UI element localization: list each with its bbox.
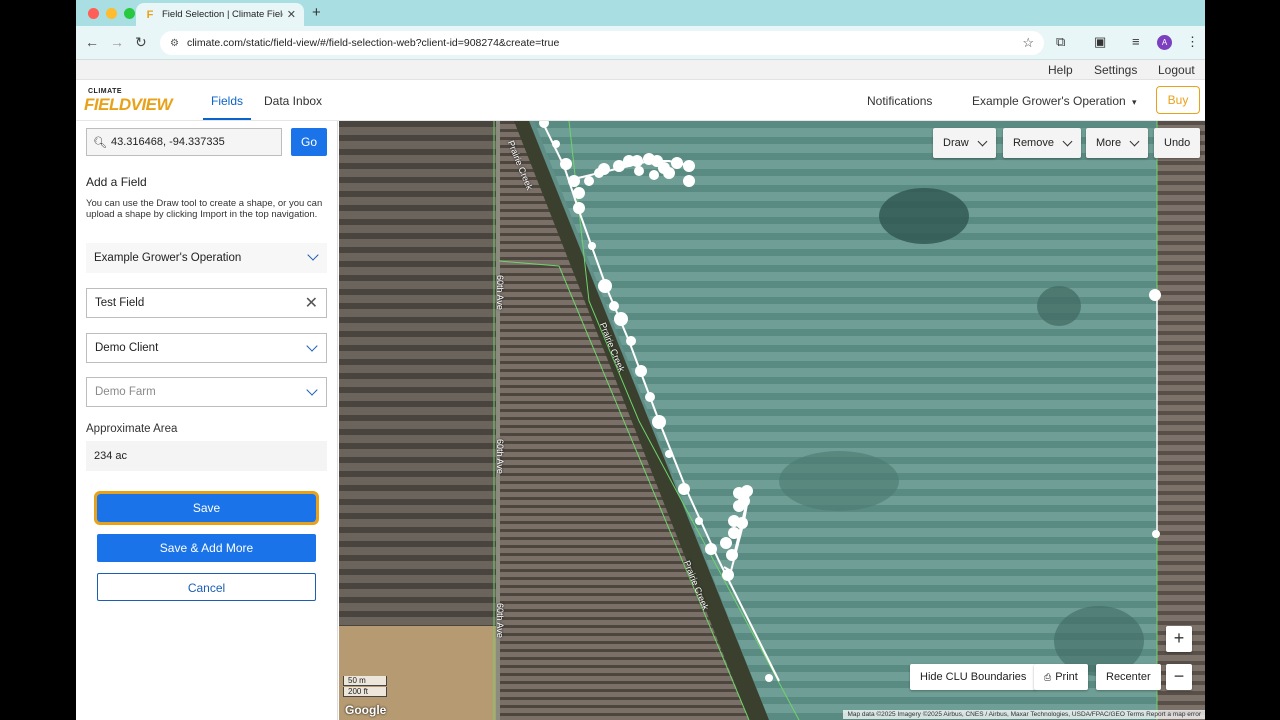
- recenter-button[interactable]: Recenter: [1096, 664, 1161, 690]
- client-select[interactable]: Demo Client: [86, 333, 327, 363]
- app-header: CLIMATE FIELDVIEW Fields Data Inbox Noti…: [76, 80, 1205, 121]
- approximate-area-label: Approximate Area: [86, 423, 178, 435]
- field-name-input[interactable]: Test Field ✕: [86, 288, 327, 318]
- print-button-label: Print: [1055, 671, 1078, 683]
- undo-button[interactable]: Undo: [1154, 128, 1201, 158]
- printer-icon: ⎙: [1044, 671, 1052, 682]
- add-field-panel: 🔍︎ 43.316468, -94.337335 Go Add a Field …: [76, 121, 338, 720]
- utility-nav: Help Settings Logout: [76, 60, 1205, 80]
- media-control-icon[interactable]: ≡: [1132, 34, 1140, 49]
- extensions-icon[interactable]: ⧉: [1056, 34, 1065, 50]
- chevron-down-icon: [307, 249, 319, 261]
- url-field[interactable]: ⚙ climate.com/static/field-view/#/field-…: [160, 31, 1044, 55]
- cancel-button[interactable]: Cancel: [97, 573, 316, 601]
- profile-avatar[interactable]: A: [1157, 35, 1172, 50]
- map-attribution[interactable]: Map data ©2025 Imagery ©2025 Airbus, CNE…: [843, 710, 1205, 719]
- search-icon: 🔍︎: [93, 136, 107, 149]
- operation-dropdown-label: Example Grower's Operation: [972, 94, 1126, 108]
- tab-bar: F Field Selection | Climate Field ✕ +: [76, 0, 1205, 26]
- coordinate-search-input[interactable]: 🔍︎ 43.316468, -94.337335: [86, 128, 282, 156]
- minimize-window-button[interactable]: [106, 8, 117, 19]
- logout-link[interactable]: Logout: [1158, 63, 1195, 77]
- tab-title: Field Selection | Climate Field: [162, 9, 283, 20]
- map-imagery: [339, 121, 1205, 720]
- help-link[interactable]: Help: [1048, 63, 1073, 77]
- add-field-heading: Add a Field: [86, 175, 147, 189]
- bookmark-star-icon[interactable]: ☆: [1022, 35, 1034, 51]
- chevron-down-icon: [306, 384, 318, 396]
- zoom-in-button[interactable]: +: [1166, 626, 1192, 652]
- reload-icon[interactable]: ↻: [135, 34, 147, 51]
- hide-clu-boundaries-button[interactable]: Hide CLU Boundaries: [910, 664, 1037, 690]
- draw-button[interactable]: Draw: [933, 128, 996, 158]
- operation-select-value: Example Grower's Operation: [94, 252, 242, 264]
- new-tab-icon[interactable]: +: [312, 4, 321, 21]
- chevron-down-icon: ▾: [1132, 97, 1137, 107]
- clear-icon[interactable]: ✕: [305, 293, 318, 313]
- chevron-down-icon: [1062, 136, 1073, 146]
- tab-fields[interactable]: Fields: [202, 94, 252, 120]
- chevron-down-icon: [1129, 136, 1140, 146]
- operation-dropdown[interactable]: Example Grower's Operation ▾: [972, 94, 1137, 108]
- maximize-window-button[interactable]: [124, 8, 135, 19]
- add-field-help-text: You can use the Draw tool to create a sh…: [86, 198, 323, 220]
- forward-arrow-icon[interactable]: →: [110, 34, 124, 50]
- remove-button-label: Remove: [1013, 137, 1054, 149]
- notifications-link[interactable]: Notifications: [867, 94, 932, 108]
- browser-tab[interactable]: F Field Selection | Climate Field ✕: [136, 3, 304, 26]
- google-logo: Google: [345, 703, 387, 717]
- farm-select[interactable]: Demo Farm: [86, 377, 327, 407]
- site-info-icon[interactable]: ⚙: [170, 38, 179, 49]
- close-window-button[interactable]: [88, 8, 99, 19]
- browser-menu-icon[interactable]: ⋮: [1186, 34, 1199, 50]
- more-button[interactable]: More: [1086, 128, 1149, 158]
- search-value: 43.316468, -94.337335: [110, 136, 225, 148]
- browser-window: F Field Selection | Climate Field ✕ + ← …: [76, 0, 1205, 720]
- print-button[interactable]: ⎙ Print: [1034, 664, 1088, 690]
- road-label-ave: 60th Ave: [495, 275, 505, 310]
- approximate-area-value: 234 ac: [86, 441, 327, 471]
- road-label-ave: 60th Ave: [495, 603, 505, 638]
- more-button-label: More: [1096, 137, 1122, 149]
- save-button[interactable]: Save: [94, 491, 319, 525]
- client-select-value: Demo Client: [95, 342, 159, 354]
- scale-meters: 50 m: [343, 676, 387, 686]
- draw-button-label: Draw: [943, 137, 969, 149]
- map-scale: 50 m 200 ft: [343, 676, 387, 698]
- cast-icon[interactable]: ▣: [1094, 34, 1106, 50]
- close-tab-icon[interactable]: ✕: [287, 8, 296, 21]
- go-button[interactable]: Go: [291, 128, 327, 156]
- road-label-ave: 60th Ave: [495, 439, 505, 474]
- save-and-add-more-button[interactable]: Save & Add More: [97, 534, 316, 562]
- settings-link[interactable]: Settings: [1094, 63, 1137, 77]
- window-controls: [88, 8, 135, 19]
- remove-button[interactable]: Remove: [1003, 128, 1081, 158]
- satellite-map[interactable]: Prairie Creek Prairie Creek Prairie Cree…: [339, 121, 1205, 720]
- field-name-value: Test Field: [95, 297, 145, 309]
- address-bar-row: ← → ↻ ⚙ climate.com/static/field-view/#/…: [76, 26, 1205, 60]
- tab-data-inbox[interactable]: Data Inbox: [264, 94, 322, 108]
- chevron-down-icon: [306, 340, 318, 352]
- farm-select-placeholder: Demo Farm: [95, 386, 156, 398]
- operation-select[interactable]: Example Grower's Operation: [86, 243, 327, 273]
- url-text: climate.com/static/field-view/#/field-se…: [186, 37, 560, 49]
- zoom-out-button[interactable]: −: [1166, 664, 1192, 690]
- buy-button[interactable]: Buy: [1156, 86, 1200, 114]
- back-arrow-icon[interactable]: ←: [85, 34, 99, 50]
- climate-fieldview-logo[interactable]: CLIMATE FIELDVIEW: [84, 88, 194, 114]
- chevron-down-icon: [977, 136, 988, 146]
- fieldview-favicon-icon: F: [146, 8, 154, 21]
- scale-feet: 200 ft: [343, 687, 387, 697]
